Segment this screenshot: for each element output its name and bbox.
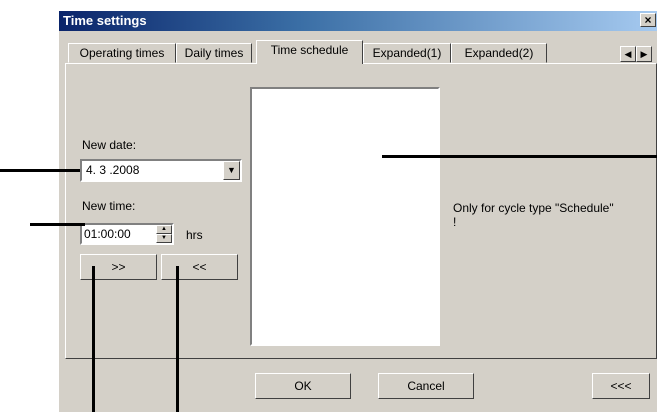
ok-button[interactable]: OK <box>255 373 351 399</box>
cycle-type-note: Only for cycle type "Schedule" <box>453 201 614 215</box>
cancel-button[interactable]: Cancel <box>378 373 474 399</box>
tab-scroll-right-button[interactable]: ▶ <box>636 46 652 62</box>
arrow-right-icon: ▶ <box>640 49 648 59</box>
new-time-spinbox[interactable]: 01:00:00 ▲ ▼ <box>80 223 174 245</box>
collapse-button[interactable]: <<< <box>592 373 650 399</box>
new-date-label: New date: <box>82 138 137 152</box>
callout-line-list <box>382 155 657 158</box>
tab-expanded-2[interactable]: Expanded(2) <box>451 43 547 63</box>
arrow-left-icon: ◀ <box>624 49 632 59</box>
spin-up-button[interactable]: ▲ <box>156 225 172 234</box>
close-button[interactable]: × <box>640 13 656 27</box>
callout-line-remove <box>176 266 179 412</box>
tab-expanded-1[interactable]: Expanded(1) <box>363 43 451 63</box>
new-time-value: 01:00:00 <box>84 227 131 241</box>
new-date-value: 4. 3 .2008 <box>86 163 140 177</box>
cycle-type-note-exclamation: ! <box>453 215 457 229</box>
callout-line-time <box>30 223 85 226</box>
chevron-down-icon: ▼ <box>227 165 236 175</box>
time-spinner: ▲ ▼ <box>156 225 172 243</box>
spin-up-icon: ▲ <box>161 226 167 232</box>
tab-daily-times[interactable]: Daily times <box>176 43 252 63</box>
callout-line-date <box>0 169 80 172</box>
spin-down-icon: ▼ <box>161 235 167 241</box>
tab-time-schedule[interactable]: Time schedule <box>256 40 363 64</box>
new-date-combobox[interactable]: 4. 3 .2008 ▼ <box>80 159 242 182</box>
title-bar: Time settings × <box>59 11 657 31</box>
dropdown-arrow-button[interactable]: ▼ <box>223 161 240 180</box>
spin-down-button[interactable]: ▼ <box>156 234 172 243</box>
tab-operating-times[interactable]: Operating times <box>68 43 176 63</box>
new-time-label: New time: <box>82 199 136 213</box>
tab-scroll-left-button[interactable]: ◀ <box>620 46 636 62</box>
close-icon: × <box>644 13 652 27</box>
hrs-unit-label: hrs <box>186 228 203 242</box>
schedule-list[interactable] <box>250 87 440 346</box>
remove-time-button[interactable]: << <box>161 254 238 280</box>
callout-line-add <box>92 266 95 412</box>
dialog-title: Time settings <box>63 13 147 28</box>
